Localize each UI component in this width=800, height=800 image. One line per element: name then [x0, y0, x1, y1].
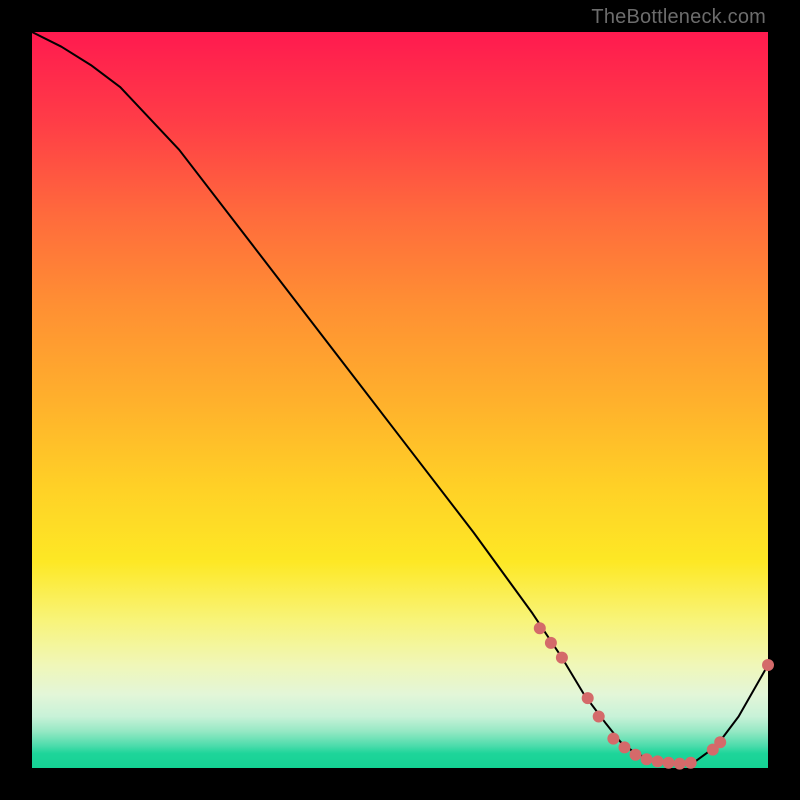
marker-dot	[593, 711, 605, 723]
marker-dot	[630, 749, 642, 761]
marker-dot	[652, 755, 664, 767]
watermark-text: TheBottleneck.com	[591, 6, 766, 29]
marker-dot	[607, 733, 619, 745]
chart-svg	[32, 32, 768, 768]
marker-dot	[714, 736, 726, 748]
bottleneck-curve-line	[32, 32, 768, 764]
chart-frame: TheBottleneck.com	[0, 0, 800, 800]
marker-dot	[663, 757, 675, 769]
marker-dot	[545, 637, 557, 649]
marker-dot	[685, 757, 697, 769]
plot-area	[32, 32, 768, 768]
marker-dot	[534, 622, 546, 634]
marker-dot	[582, 692, 594, 704]
marker-dot	[556, 652, 568, 664]
marker-group	[534, 622, 774, 769]
marker-dot	[619, 741, 631, 753]
marker-dot	[674, 758, 686, 770]
marker-dot	[762, 659, 774, 671]
marker-dot	[641, 753, 653, 765]
